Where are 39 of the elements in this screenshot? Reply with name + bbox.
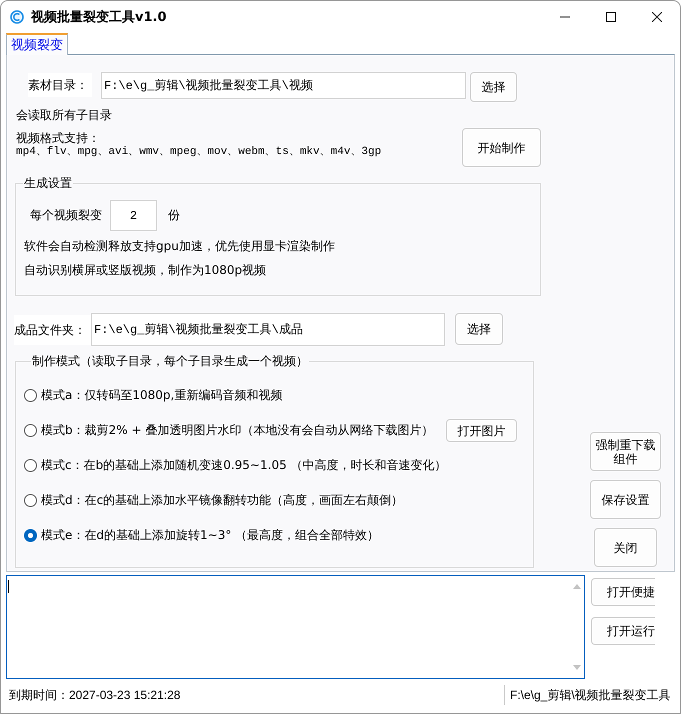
source-folder-field[interactable]: F:\e\g_剪辑\视频批量裂变工具\视频 — [101, 72, 466, 99]
mode-radio-option[interactable]: 模式b：裁剪2% + 叠加透明图片水印（本地没有会自动从网络下载图片） — [24, 422, 434, 439]
browse-button[interactable]: 选择 — [455, 313, 503, 345]
text-cursor — [8, 580, 9, 593]
formats-list: mp4、flv、mpg、avi、wmv、mpeg、mov、webm、ts、mkv、m4v、3gp — [16, 145, 382, 159]
browse-button[interactable]: 选择 — [470, 72, 517, 102]
split-unit: 份 — [168, 207, 180, 224]
output-folder-field[interactable]: F:\e\g_剪辑\视频批量裂变工具\成品 — [91, 313, 445, 346]
window-title: 视频批量裂变工具v1.0 — [31, 8, 167, 26]
expiry-status: 到期时间：2027-03-23 15:21:28 — [8, 686, 182, 704]
maximize-icon — [606, 12, 616, 22]
source-folder-label: 素材目录： — [28, 73, 92, 97]
logo-icon — [10, 10, 24, 24]
path-status: F:\e\g_剪辑\视频批量裂变工具 — [504, 685, 680, 705]
mode-radio-option[interactable]: 模式e：在d的基础上添加旋转1~3° （最高度，组合全部特效） — [24, 527, 380, 544]
scroll-down-icon[interactable] — [573, 665, 581, 670]
side-action-button[interactable]: 关闭 — [594, 528, 657, 567]
output-folder-label: 成品文件夹： — [14, 315, 91, 345]
close-icon — [652, 12, 662, 22]
mode-radio-option[interactable]: 模式c：在b的基础上添加随机变速0.95~1.05 （中高度，时长和音速变化） — [24, 457, 447, 474]
side-action-button[interactable]: 强制重下载组件 — [590, 432, 661, 471]
settings-note: 软件会自动检测释放支持gpu加速，优先使用显卡渲染制作 — [24, 238, 336, 254]
group-title: 制作模式（读取子目录，每个子目录生成一个视频） — [31, 354, 309, 368]
tab[interactable]: 视频裂变 — [6, 33, 68, 55]
scroll-up-icon[interactable] — [573, 584, 581, 589]
log-action-button[interactable]: 打开便捷 — [591, 578, 655, 606]
subfolder-note: 会读取所有子目录 — [16, 107, 113, 123]
split-label: 每个视频裂变 — [30, 207, 102, 224]
side-action-button[interactable]: 保存设置 — [590, 480, 661, 519]
log-field[interactable] — [6, 575, 585, 679]
formats-label: 视频格式支持： — [16, 131, 101, 145]
start-button[interactable]: 开始制作 — [462, 128, 541, 167]
settings-note: 自动识别横屏或竖版视频，制作为1080p视频 — [24, 262, 268, 278]
group-title: 生成设置 — [23, 176, 73, 190]
open-image-button[interactable]: 打开图片 — [446, 419, 517, 442]
mode-radio-option[interactable]: 模式a：仅转码至1080p,重新编码音频和视频 — [24, 387, 282, 404]
split-count-field[interactable]: 2 — [110, 200, 157, 231]
log-action-button[interactable]: 打开运行 — [591, 617, 655, 645]
mode-radio-option[interactable]: 模式d：在c的基础上添加水平镜像翻转功能（高度，画面左右颠倒） — [24, 492, 404, 509]
